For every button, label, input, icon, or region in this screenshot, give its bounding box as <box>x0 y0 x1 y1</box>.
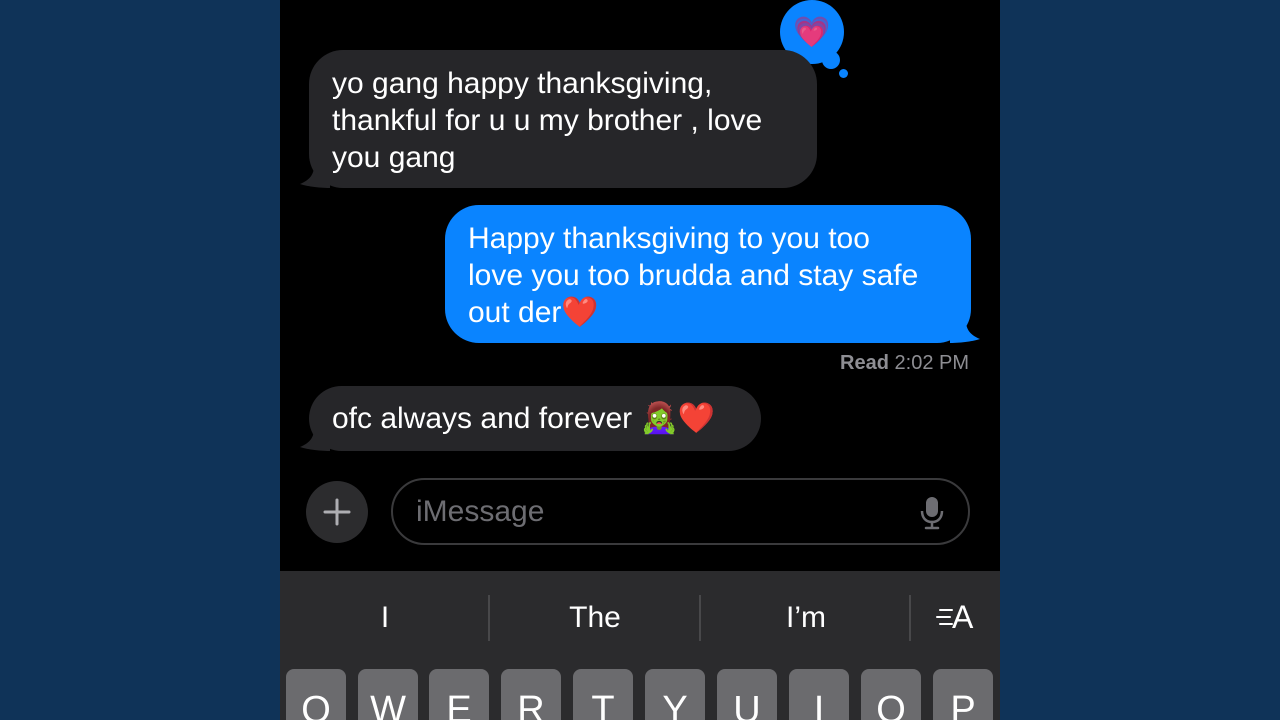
incoming-message-bubble[interactable]: ofc always and forever 🧟‍♀️❤️ <box>309 386 761 451</box>
key-e[interactable]: E <box>429 669 489 720</box>
outgoing-bubble-tail <box>950 321 980 343</box>
key-u[interactable]: U <box>717 669 777 720</box>
incoming-message-bubble[interactable]: yo gang happy thanksgiving, thankful for… <box>309 50 817 188</box>
messages-screen: 💗 yo gang happy thanksgiving, thankful f… <box>280 0 1000 720</box>
tapback-bubble-dot <box>839 69 848 78</box>
key-w[interactable]: W <box>358 669 418 720</box>
suggestion-divider <box>699 595 701 641</box>
key-o[interactable]: O <box>861 669 921 720</box>
keyboard: I The I’m A Q W E R T Y U I O P <box>280 571 1000 720</box>
key-q[interactable]: Q <box>286 669 346 720</box>
incoming-bubble-tail <box>300 166 330 188</box>
message-text: Happy thanksgiving to you too love you t… <box>468 222 919 329</box>
read-label: Read <box>840 352 889 374</box>
suggestion-item[interactable]: The <box>545 601 645 635</box>
message-input-placeholder: iMessage <box>416 495 545 528</box>
outgoing-message-bubble[interactable]: Happy thanksgiving to you too love you t… <box>445 205 971 343</box>
add-attachment-button[interactable] <box>306 481 368 543</box>
suggestion-item[interactable]: I’m <box>756 601 856 635</box>
incoming-bubble-tail <box>300 429 330 451</box>
suggestion-divider <box>909 595 911 641</box>
tapback-bubble-dot <box>822 51 840 69</box>
key-t[interactable]: T <box>573 669 633 720</box>
plus-icon <box>323 498 351 526</box>
key-i[interactable]: I <box>789 669 849 720</box>
message-input[interactable]: iMessage <box>391 478 970 545</box>
key-r[interactable]: R <box>501 669 561 720</box>
text-format-button[interactable]: A <box>936 599 976 639</box>
text-format-label: A <box>952 599 974 635</box>
message-text: ofc always and forever 🧟‍♀️❤️ <box>332 402 716 435</box>
message-text: yo gang happy thanksgiving, thankful for… <box>332 67 763 174</box>
read-receipt: Read 2:02 PM <box>840 352 969 375</box>
microphone-icon[interactable] <box>920 496 944 530</box>
suggestion-item[interactable]: I <box>335 601 435 635</box>
read-time: 2:02 PM <box>894 352 969 374</box>
key-y[interactable]: Y <box>645 669 705 720</box>
pink-heart-icon: 💗 <box>793 15 831 49</box>
suggestion-divider <box>488 595 490 641</box>
key-p[interactable]: P <box>933 669 993 720</box>
